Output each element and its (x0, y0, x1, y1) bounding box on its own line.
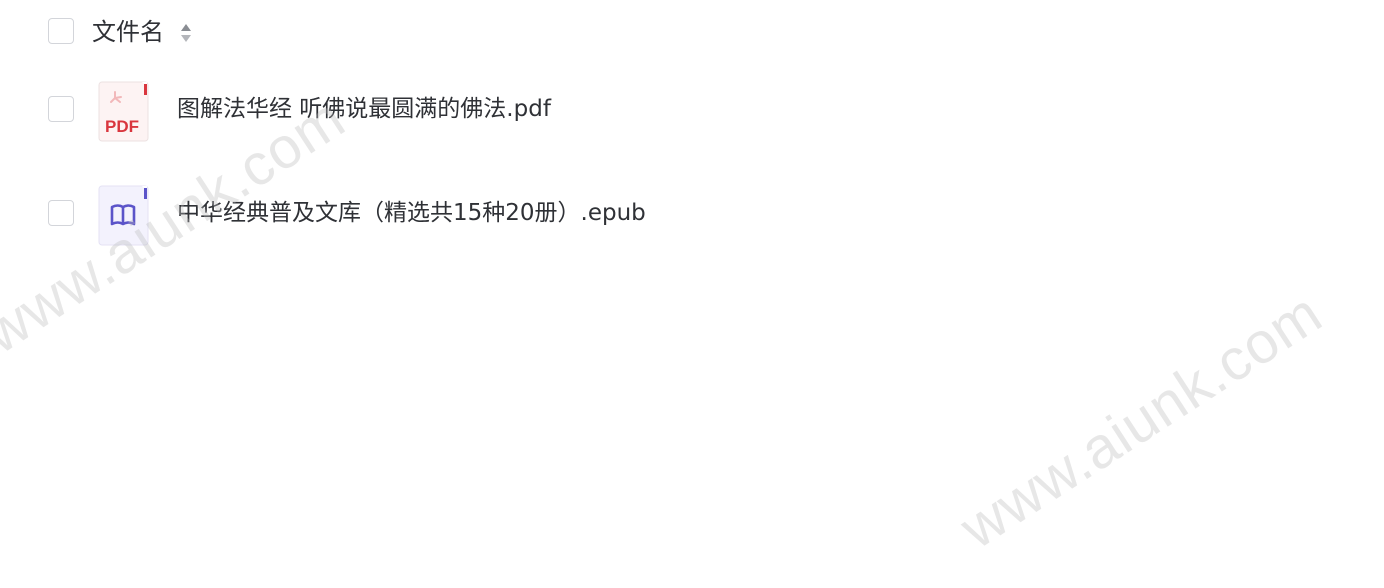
file-name[interactable]: 中华经典普及文库（精选共15种20册）.epub (177, 197, 646, 229)
epub-file-icon (98, 185, 149, 246)
pdf-icon-label: PDF (105, 117, 139, 136)
pdf-file-icon: PDF (98, 81, 149, 142)
select-all-checkbox[interactable] (48, 18, 74, 44)
file-name[interactable]: 图解法华经 听佛说最圆满的佛法.pdf (177, 93, 551, 125)
filename-column-header[interactable]: 文件名 (92, 15, 164, 49)
file-checkbox[interactable] (48, 96, 74, 122)
sort-both-icon[interactable] (179, 21, 193, 45)
file-row[interactable]: PDF 图解法华经 听佛说最圆满的佛法.pdf (0, 80, 1384, 144)
file-row[interactable]: 中华经典普及文库（精选共15种20册）.epub (0, 184, 1384, 248)
file-checkbox[interactable] (48, 200, 74, 226)
file-list: 文件名 PDF 图解法华经 听佛说最圆满的佛法.pdf 中华经典普及文库（精选共… (0, 0, 1384, 588)
